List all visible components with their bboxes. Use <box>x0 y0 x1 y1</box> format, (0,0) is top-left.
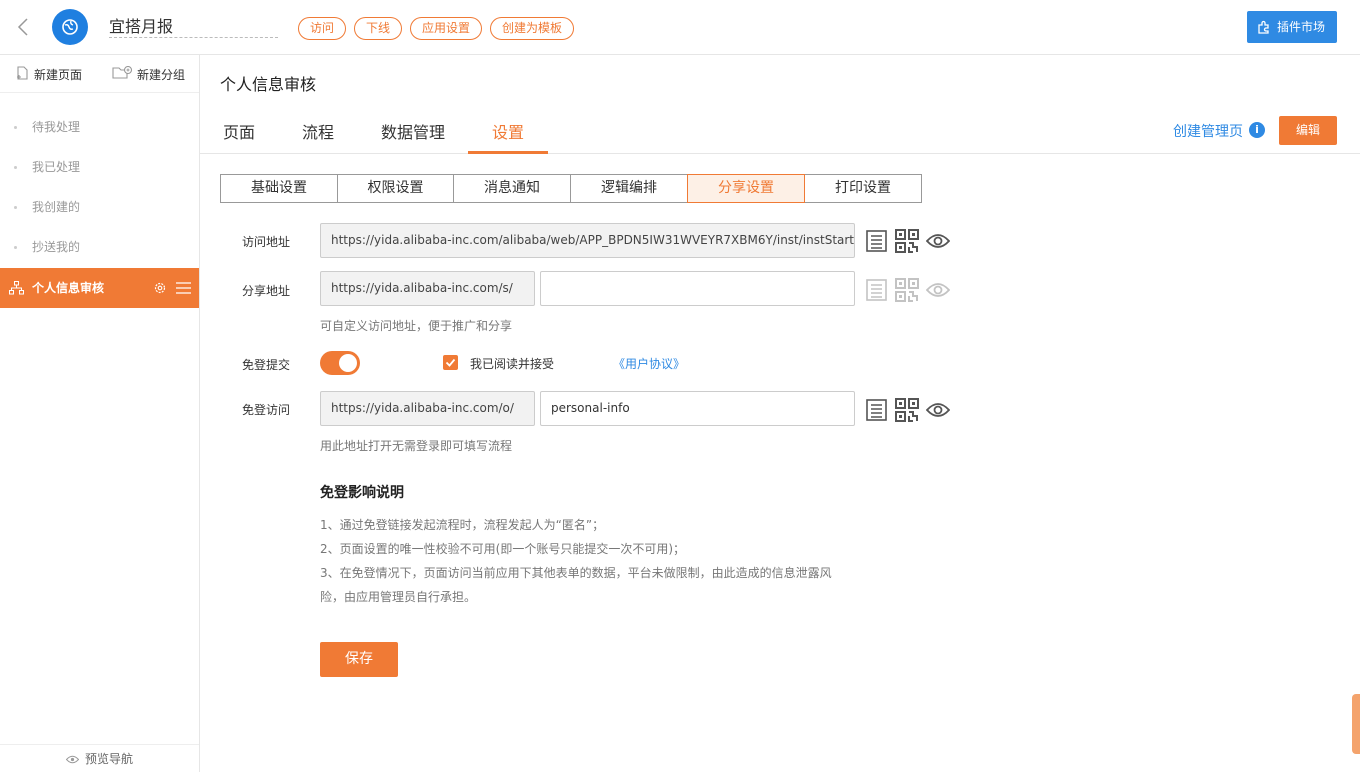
bullet-icon <box>14 166 17 169</box>
visit-address-label: 访问地址 <box>242 235 291 249</box>
side-drawer-handle[interactable] <box>1352 694 1360 754</box>
bullet-icon <box>14 206 17 209</box>
agree-checkbox[interactable] <box>443 355 458 370</box>
free-visit-input[interactable]: personal-info <box>540 391 855 426</box>
subtab-notification[interactable]: 消息通知 <box>453 174 571 203</box>
tab-data-management[interactable]: 数据管理 <box>380 119 446 154</box>
bullet-icon <box>14 126 17 129</box>
copy-icon <box>866 279 887 301</box>
note-line: 1、通过免登链接发起流程时，流程发起人为“匿名”； <box>320 518 605 532</box>
plugin-market-button[interactable]: 插件市场 <box>1247 11 1337 43</box>
sidebar-item-processed[interactable]: 我已处理 <box>0 147 199 187</box>
subtab-share[interactable]: 分享设置 <box>687 174 805 203</box>
subtab-permission[interactable]: 权限设置 <box>337 174 454 203</box>
main-tabs: 页面 流程 数据管理 设置 创建管理页 i 编辑 <box>200 111 1360 154</box>
tab-settings[interactable]: 设置 <box>468 119 548 154</box>
sidebar-item-label: 待我处理 <box>32 120 81 134</box>
eye-icon <box>926 283 950 297</box>
sidebar-item-personal-info-review[interactable]: 个人信息审核 <box>0 268 199 308</box>
share-address-input[interactable] <box>540 271 855 306</box>
subtab-logic[interactable]: 逻辑编排 <box>570 174 688 203</box>
qrcode-icon[interactable] <box>895 398 919 422</box>
sidebar-item-pending[interactable]: 待我处理 <box>0 107 199 147</box>
subtab-print[interactable]: 打印设置 <box>804 174 922 203</box>
sidebar-item-created[interactable]: 我创建的 <box>0 187 199 227</box>
tab-flow[interactable]: 流程 <box>300 119 336 154</box>
share-address-hint: 可自定义访问地址，便于推广和分享 <box>320 319 513 333</box>
new-page-button[interactable]: 新建页面 <box>16 66 82 83</box>
settings-subtabs: 基础设置 权限设置 消息通知 逻辑编排 分享设置 打印设置 <box>220 174 922 203</box>
back-icon[interactable] <box>14 16 34 38</box>
plugin-market-label: 插件市场 <box>1277 20 1326 34</box>
sidebar-item-label: 我已处理 <box>32 160 81 174</box>
note-line: 2、页面设置的唯一性校验不可用(即一个账号只能提交一次不可用)； <box>320 542 686 556</box>
create-management-page-link[interactable]: 创建管理页 <box>1173 121 1243 141</box>
copy-icon[interactable] <box>865 229 889 253</box>
note-line: 3、在免登情况下，页面访问当前应用下其他表单的数据，平台未做限制，由此造成的信息… <box>320 566 832 580</box>
visit-address-input[interactable]: https://yida.alibaba-inc.com/alibaba/web… <box>320 223 855 258</box>
sidebar-item-cc[interactable]: 抄送我的 <box>0 227 199 267</box>
new-page-icon <box>17 66 28 80</box>
info-icon[interactable]: i <box>1249 122 1265 138</box>
new-group-button[interactable]: 新建分组 <box>112 66 185 83</box>
sidebar-item-label: 我创建的 <box>32 200 81 214</box>
menu-icon[interactable] <box>176 282 191 294</box>
sidebar-actions: 新建页面 新建分组 <box>0 55 199 93</box>
note-line: 险，由应用管理员自行承担。 <box>320 590 477 604</box>
create-template-tag-button[interactable]: 创建为模板 <box>490 17 575 40</box>
sidebar: 新建页面 新建分组 待我处理 我已处理 我创建的 抄送我的 个人信息审核 预览导… <box>0 55 200 772</box>
tab-page[interactable]: 页面 <box>220 119 258 154</box>
free-visit-label: 免登访问 <box>242 403 291 417</box>
main-content: 个人信息审核 页面 流程 数据管理 设置 创建管理页 i 编辑 基础设置 权限设… <box>200 55 1360 772</box>
new-group-icon <box>112 66 133 79</box>
qrcode-icon <box>895 278 919 302</box>
eye-icon[interactable] <box>926 398 950 422</box>
share-address-label: 分享地址 <box>242 284 291 298</box>
eye-icon <box>65 755 80 764</box>
preview-nav-label: 预览导航 <box>84 752 133 766</box>
subtab-basic[interactable]: 基础设置 <box>220 174 338 203</box>
sidebar-item-label: 抄送我的 <box>32 240 81 254</box>
bullet-icon <box>14 246 17 249</box>
offline-tag-button[interactable]: 下线 <box>354 17 403 40</box>
agree-text: 我已阅读并接受 <box>470 357 555 371</box>
top-bar: 宜搭月报 访问 下线 应用设置 创建为模板 插件市场 <box>0 0 1360 55</box>
preview-nav-button[interactable]: 预览导航 <box>0 744 199 772</box>
page-title: 个人信息审核 <box>220 75 317 94</box>
free-visit-hint: 用此地址打开无需登录即可填写流程 <box>320 439 513 453</box>
flow-tree-icon <box>9 281 24 295</box>
sidebar-item-label: 个人信息审核 <box>32 281 105 295</box>
notes-title: 免登影响说明 <box>320 485 404 501</box>
copy-icon[interactable] <box>865 398 889 422</box>
user-agreement-link[interactable]: 《用户协议》 <box>613 355 685 372</box>
free-submit-toggle[interactable] <box>320 351 360 375</box>
free-submit-label: 免登提交 <box>242 358 291 372</box>
qrcode-icon[interactable] <box>895 229 919 253</box>
eye-icon[interactable] <box>926 229 950 253</box>
new-page-label: 新建页面 <box>34 68 83 82</box>
visit-tag-button[interactable]: 访问 <box>298 17 347 40</box>
app-settings-tag-button[interactable]: 应用设置 <box>410 17 483 40</box>
share-address-prefix: https://yida.alibaba-inc.com/s/ <box>320 271 535 306</box>
app-name[interactable]: 宜搭月报 <box>109 16 278 38</box>
new-group-label: 新建分组 <box>137 68 186 82</box>
gear-icon[interactable] <box>153 281 167 295</box>
save-button[interactable]: 保存 <box>320 642 398 677</box>
free-visit-prefix: https://yida.alibaba-inc.com/o/ <box>320 391 535 426</box>
app-globe-icon[interactable] <box>52 9 88 45</box>
check-icon <box>445 358 456 367</box>
edit-button[interactable]: 编辑 <box>1279 116 1337 145</box>
puzzle-icon <box>1258 20 1269 34</box>
